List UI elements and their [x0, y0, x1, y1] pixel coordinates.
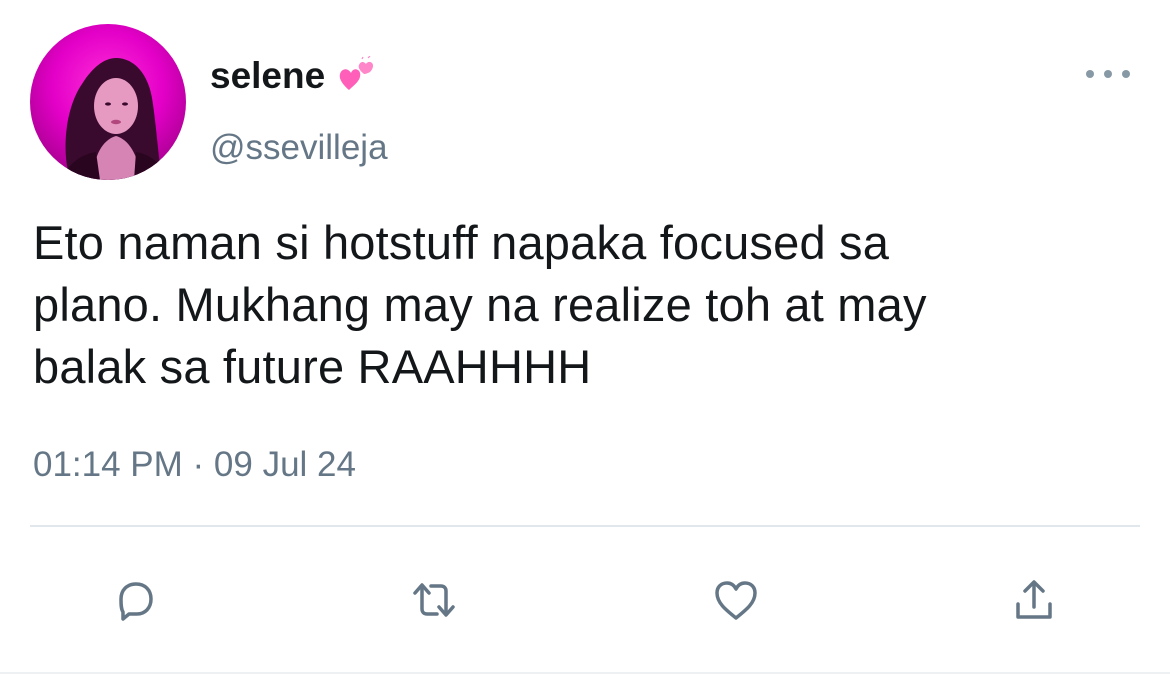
share-icon: [1016, 580, 1052, 619]
share-button[interactable]: [1004, 570, 1064, 630]
more-dot: [1086, 70, 1094, 78]
reply-icon: [119, 582, 153, 621]
display-name[interactable]: selene: [210, 55, 377, 97]
bottom-divider: [0, 672, 1170, 674]
heart-icon: [715, 581, 757, 620]
user-handle[interactable]: @ssevilleja: [210, 128, 388, 168]
reply-button[interactable]: [106, 570, 166, 630]
more-dot: [1122, 70, 1130, 78]
more-dot: [1104, 70, 1112, 78]
avatar[interactable]: [30, 24, 186, 180]
divider: [30, 525, 1140, 527]
tweet-card: selene @ssevilleja Eto naman si hotstuff…: [0, 0, 1170, 690]
action-bar: [0, 570, 1170, 630]
display-name-text: selene: [210, 55, 326, 96]
retweet-icon: [413, 583, 455, 617]
retweet-button[interactable]: [404, 570, 464, 630]
like-button[interactable]: [706, 570, 766, 630]
two-hearts-icon: [337, 55, 377, 96]
tweet-timestamp[interactable]: 01:14 PM · 09 Jul 24: [33, 445, 356, 485]
tweet-text: Eto naman si hotstuff napaka focused sa …: [33, 216, 927, 393]
more-options-icon[interactable]: [1086, 64, 1130, 84]
avatar-photo: [60, 58, 170, 180]
